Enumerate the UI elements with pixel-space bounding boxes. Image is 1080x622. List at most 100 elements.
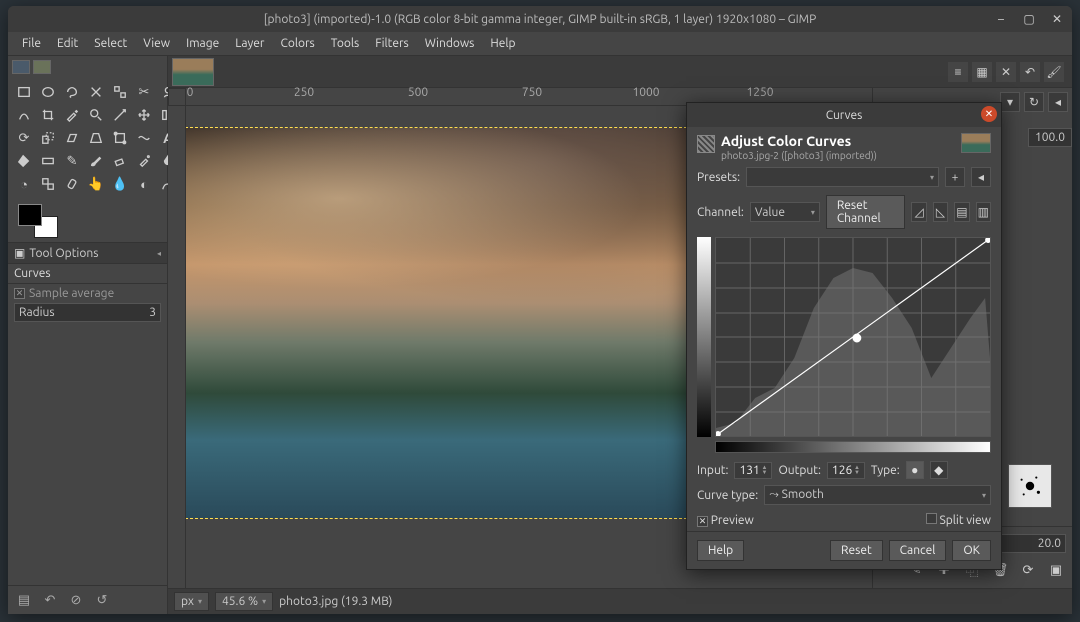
curve-linear-icon[interactable]: ◿ [911,202,926,222]
brush-preview[interactable] [1008,464,1052,508]
toolbox: ✂ ⟳ A ✎ [8,78,167,198]
shear-tool[interactable] [62,128,82,148]
presets-label: Presets: [697,171,740,184]
perspective-tool[interactable] [86,128,106,148]
menu-tools[interactable]: Tools [323,35,368,52]
output-spinner[interactable]: 126▲▼ [827,462,865,479]
window-titlebar[interactable]: [photo3] (imported)-1.0 (RGB color 8-bit… [8,6,1072,32]
image-tab[interactable] [172,58,214,86]
maximize-button[interactable]: ▢ [1020,10,1038,28]
heal-tool[interactable] [62,174,82,194]
reset-options-icon[interactable]: ↺ [92,590,112,610]
dialog-close-button[interactable]: ✕ [981,106,997,122]
dock-icon-3[interactable]: ✕ [996,62,1016,82]
rp-menu-icon[interactable]: ↻ [1024,92,1044,112]
dialog-titlebar[interactable]: Curves ✕ [687,103,1001,127]
bucket-fill-tool[interactable] [14,151,34,171]
minimize-button[interactable]: – [992,10,1010,28]
input-spinner[interactable]: 131▲▼ [734,462,772,479]
reset-button[interactable]: Reset [830,540,883,561]
point-type-smooth[interactable]: ● [906,461,924,479]
menu-file[interactable]: File [14,35,49,52]
paintbrush-tool[interactable] [86,151,106,171]
ellipse-select-tool[interactable] [38,82,58,102]
curve-log-icon[interactable]: ◺ [933,202,948,222]
scissors-tool[interactable]: ✂ [134,82,154,102]
ok-button[interactable]: OK [952,540,991,561]
rp-refresh-icon[interactable]: ⟳ [1018,560,1038,580]
cancel-button[interactable]: Cancel [889,540,947,561]
curves-dialog: Curves ✕ Adjust Color Curves photo3.jpg-… [686,102,1002,570]
dock-icon-4[interactable]: ↶ [1020,62,1040,82]
unit-select[interactable]: px▾ [174,592,209,611]
color-picker-tool[interactable] [62,105,82,125]
channel-combo[interactable]: Value▾ [750,202,820,222]
gradient-tool[interactable] [38,151,58,171]
rp-collapse-icon[interactable]: ▾ [1000,92,1020,112]
curve-type-combo[interactable]: ⤳ Smooth▾ [764,485,991,505]
ruler-vertical[interactable] [168,106,186,588]
zoom-select[interactable]: 45.6 %▾ [215,592,273,611]
clone-tool[interactable] [38,174,58,194]
zoom-tool[interactable] [86,105,106,125]
pencil-tool[interactable]: ✎ [62,151,82,171]
curve-graph[interactable] [715,237,991,437]
dock-icon-1[interactable]: ≡ [948,62,968,82]
recent-color-a[interactable] [12,60,30,74]
split-view-checkbox[interactable] [926,513,937,524]
paths-tool[interactable] [14,105,34,125]
handle-transform-tool[interactable] [134,128,154,148]
preview-checkbox[interactable]: ✕ [697,516,708,527]
recent-color-b[interactable] [33,60,51,74]
menu-image[interactable]: Image [178,35,227,52]
blur-tool[interactable]: 💧 [110,174,130,194]
dock-icon-5[interactable]: 🖌 [1044,62,1064,82]
move-tool[interactable] [134,105,154,125]
dialog-subtitle: photo3.jpg-2 ([photo3] (imported)) [721,150,877,161]
rect-select-tool[interactable] [14,82,34,102]
menu-windows[interactable]: Windows [417,35,483,52]
save-options-icon[interactable]: ▤ [14,590,34,610]
presets-combo[interactable]: ▾ [746,167,939,187]
menu-edit[interactable]: Edit [49,35,86,52]
preset-menu-button[interactable]: ◂ [971,167,991,187]
fg-bg-colors[interactable] [18,204,58,238]
restore-options-icon[interactable]: ↶ [40,590,60,610]
menu-layer[interactable]: Layer [227,35,272,52]
radius-field[interactable]: Radius 3 [14,303,161,322]
rp-open-icon[interactable]: ▣ [1046,560,1066,580]
smudge-tool[interactable]: 👆 [86,174,106,194]
menu-colors[interactable]: Colors [272,35,322,52]
menu-view[interactable]: View [135,35,178,52]
airbrush-tool[interactable] [134,151,154,171]
scale-tool[interactable] [38,128,58,148]
rp-close-icon[interactable]: ◂ [1048,92,1068,112]
reset-channel-button[interactable]: Reset Channel [826,195,906,229]
preset-add-button[interactable]: + [945,167,965,187]
histogram-linear-icon[interactable]: ▤ [954,202,969,222]
delete-options-icon[interactable]: ⊘ [66,590,86,610]
lasso-tool[interactable] [62,82,82,102]
menu-select[interactable]: Select [86,35,135,52]
fuzzy-select-tool[interactable] [86,82,106,102]
point-type-corner[interactable]: ◆ [930,461,948,479]
histogram-log-icon[interactable]: ▥ [976,202,991,222]
by-color-select-tool[interactable] [110,82,130,102]
transform-tool[interactable] [110,128,130,148]
crop-tool[interactable] [38,105,58,125]
rotate-tool[interactable]: ⟳ [14,128,34,148]
menu-help[interactable]: Help [482,35,523,52]
zoom-input[interactable]: 100.0 [1028,128,1072,147]
measure-tool[interactable] [110,105,130,125]
tool-options-tab[interactable]: ▣ Tool Options◂ [8,243,167,264]
menu-filters[interactable]: Filters [367,35,416,52]
fg-color[interactable] [18,204,42,226]
dock-icon-2[interactable]: ▦ [972,62,992,82]
close-button[interactable]: ✕ [1048,10,1066,28]
help-button[interactable]: Help [697,540,744,561]
eraser-tool[interactable] [110,151,130,171]
curves-icon [697,135,715,153]
sample-average-checkbox[interactable]: ✕ [14,288,25,299]
dodge-tool[interactable]: ◐ [134,174,154,194]
mypaint-tool[interactable]: ◔ [14,174,34,194]
